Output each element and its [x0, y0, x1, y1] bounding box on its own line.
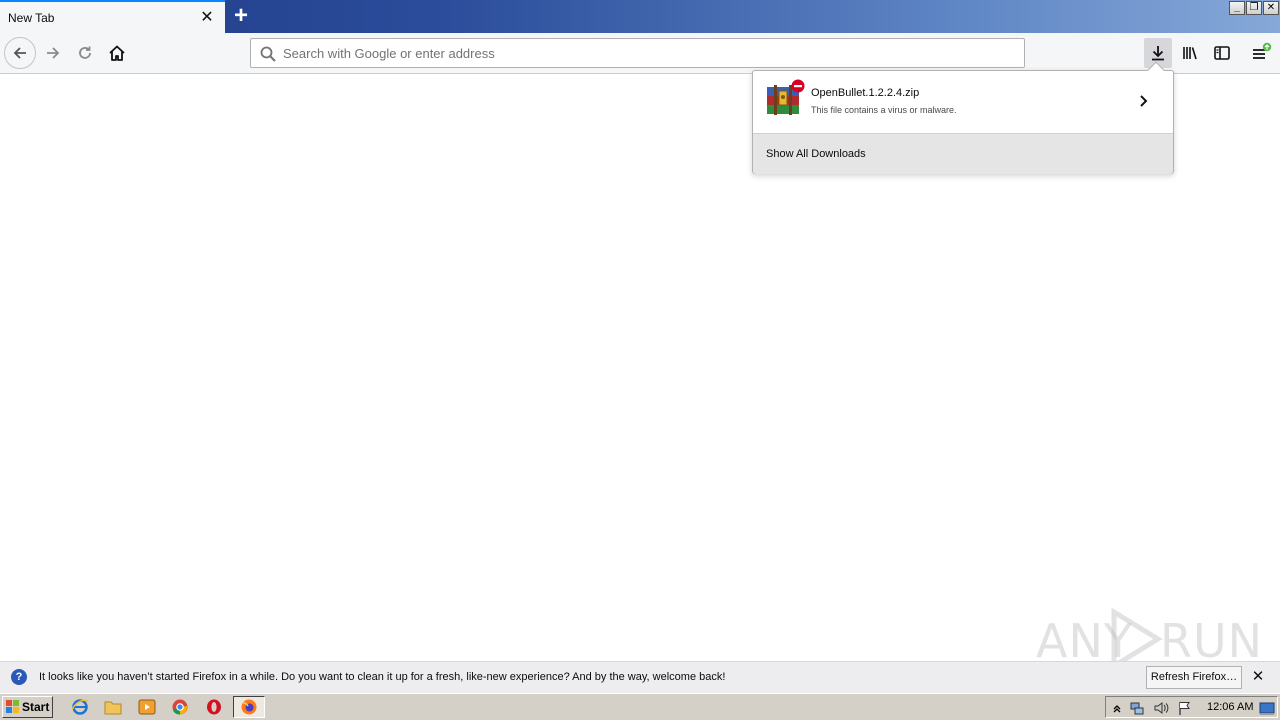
- archive-file-icon: [767, 79, 805, 115]
- show-desktop-icon[interactable]: [1259, 700, 1275, 716]
- windows-logo-icon: [6, 700, 19, 713]
- tab-strip: New Tab ✕ + _ ❐ ✕: [0, 0, 1280, 33]
- library-button[interactable]: [1176, 38, 1204, 68]
- search-icon: [260, 46, 276, 62]
- start-button[interactable]: Start: [2, 696, 53, 718]
- taskbar: Start 12:06 AM: [0, 693, 1280, 720]
- downloads-panel: OpenBullet.1.2.2.4.zip This file contain…: [752, 61, 1174, 174]
- chevron-right-icon[interactable]: [1136, 91, 1152, 111]
- reload-button[interactable]: [69, 37, 101, 69]
- taskbar-clock[interactable]: 12:06 AM: [1207, 701, 1253, 713]
- navigation-toolbar: [0, 33, 1280, 74]
- arrow-left-icon: [13, 47, 26, 59]
- restore-button[interactable]: ❐: [1246, 1, 1262, 15]
- url-bar[interactable]: [250, 38, 1025, 68]
- download-status: This file contains a virus or malware.: [811, 105, 957, 115]
- action-center-flag-icon[interactable]: [1177, 700, 1193, 716]
- download-icon: [1152, 46, 1164, 61]
- show-all-downloads-label: Show All Downloads: [766, 148, 866, 160]
- volume-icon[interactable]: [1153, 700, 1169, 716]
- refresh-firefox-button[interactable]: Refresh Firefox…: [1146, 666, 1242, 689]
- arrow-right-icon: [47, 47, 60, 59]
- watermark-text-right: RUN: [1160, 614, 1264, 668]
- tab-title: New Tab: [8, 11, 55, 25]
- info-question-icon: ?: [11, 669, 27, 685]
- system-tray: 12:06 AM: [1105, 696, 1278, 718]
- minimize-button[interactable]: _: [1229, 1, 1245, 15]
- menu-button[interactable]: [1247, 38, 1275, 68]
- notification-bar: ? It looks like you haven’t started Fire…: [0, 661, 1280, 693]
- search-input[interactable]: [283, 39, 1013, 67]
- close-window-button[interactable]: ✕: [1263, 1, 1279, 15]
- window-controls: _ ❐ ✕: [1229, 1, 1279, 16]
- library-icon: [1183, 47, 1197, 60]
- download-filename: OpenBullet.1.2.2.4.zip: [811, 87, 920, 99]
- chrome-icon[interactable]: [171, 698, 189, 716]
- taskbar-firefox-button[interactable]: [233, 696, 265, 718]
- forward-button[interactable]: [37, 37, 69, 69]
- back-button[interactable]: [4, 37, 36, 69]
- show-hidden-icons-icon[interactable]: [1109, 700, 1125, 716]
- download-item[interactable]: OpenBullet.1.2.2.4.zip This file contain…: [753, 71, 1173, 133]
- firefox-icon: [241, 699, 257, 715]
- folder-icon[interactable]: [104, 698, 122, 716]
- hamburger-menu-icon: [1253, 42, 1272, 59]
- show-all-downloads-button[interactable]: Show All Downloads: [753, 133, 1173, 174]
- tab-new-tab[interactable]: New Tab ✕: [0, 0, 225, 33]
- opera-icon[interactable]: [205, 698, 223, 716]
- start-label: Start: [22, 700, 50, 714]
- tab-close-icon[interactable]: ✕: [198, 9, 216, 27]
- sidebar-button[interactable]: [1208, 38, 1236, 68]
- media-player-icon[interactable]: [138, 698, 156, 716]
- new-tab-button[interactable]: +: [229, 3, 253, 29]
- reload-icon: [79, 46, 91, 59]
- home-icon: [109, 45, 125, 61]
- notification-message: It looks like you haven’t started Firefo…: [39, 671, 726, 683]
- network-icon[interactable]: [1129, 700, 1145, 716]
- notification-close-icon[interactable]: ✕: [1250, 669, 1266, 685]
- home-button[interactable]: [101, 37, 133, 69]
- sidebar-icon: [1214, 46, 1230, 60]
- internet-explorer-icon[interactable]: [71, 698, 89, 716]
